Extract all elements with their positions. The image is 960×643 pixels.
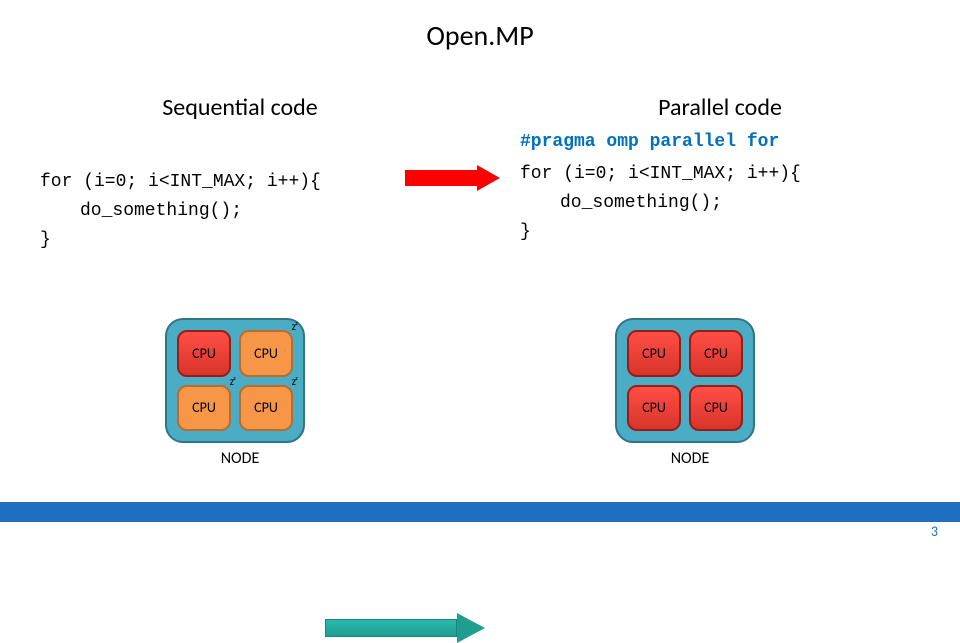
cpu-active: CPU: [627, 330, 681, 377]
page-title: Open.MP: [0, 0, 960, 53]
sleep-icon: zᶻ: [230, 375, 235, 388]
node-label: NODE: [615, 449, 765, 468]
node-sequential: CPU zᶻ CPU zᶻ CPU zᶻ CPU NODE: [165, 318, 315, 468]
node-parallel: CPU CPU CPU CPU NODE: [615, 318, 765, 468]
cpu-label: CPU: [704, 345, 728, 362]
seq-code-body: do_something();: [80, 197, 450, 226]
par-code-close: }: [520, 218, 930, 247]
seq-code-close: }: [40, 226, 450, 255]
sleep-icon: zᶻ: [292, 320, 297, 333]
cpu-label: CPU: [642, 399, 666, 416]
teal-arrow-icon: [325, 613, 485, 643]
pragma-line: #pragma omp parallel for: [520, 132, 930, 152]
cpu-label: CPU: [192, 399, 216, 416]
par-code-body: do_something();: [560, 189, 930, 218]
page-number: 3: [931, 523, 938, 540]
cpu-label: CPU: [704, 399, 728, 416]
parallel-column: Parallel code #pragma omp parallel for f…: [480, 93, 960, 254]
columns: Sequential code for (i=0; i<INT_MAX; i++…: [0, 93, 960, 254]
node-label: NODE: [165, 449, 315, 468]
par-code-for: for (i=0; i<INT_MAX; i++){: [520, 160, 930, 189]
cpu-active: CPU: [689, 330, 743, 377]
node-box: CPU CPU CPU CPU: [615, 318, 755, 443]
seq-code-for: for (i=0; i<INT_MAX; i++){: [40, 168, 450, 197]
sleep-icon: zᶻ: [292, 375, 297, 388]
cpu-idle: zᶻ CPU: [239, 330, 293, 377]
sequential-heading: Sequential code: [30, 93, 450, 122]
parallel-heading: Parallel code: [510, 93, 930, 122]
node-box: CPU zᶻ CPU zᶻ CPU zᶻ CPU: [165, 318, 305, 443]
cpu-active: CPU: [177, 330, 231, 377]
red-arrow-icon: [405, 165, 500, 191]
cpu-idle: zᶻ CPU: [239, 385, 293, 432]
footer-bar: [0, 502, 960, 522]
cpu-active: CPU: [627, 385, 681, 432]
cpu-label: CPU: [192, 345, 216, 362]
cpu-label: CPU: [254, 345, 278, 362]
cpu-label: CPU: [254, 399, 278, 416]
cpu-idle: zᶻ CPU: [177, 385, 231, 432]
cpu-active: CPU: [689, 385, 743, 432]
cpu-label: CPU: [642, 345, 666, 362]
